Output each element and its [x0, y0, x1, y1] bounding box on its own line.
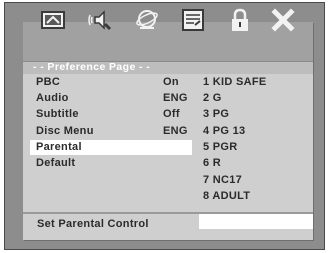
setting-default-label[interactable]: Default [36, 156, 75, 171]
parental-option[interactable]: 5 PGR [203, 140, 238, 155]
parental-option[interactable]: 8 ADULT [203, 189, 250, 204]
parental-option[interactable]: 4 PG 13 [203, 124, 245, 139]
page-title: - - Preference Page - - [33, 61, 151, 73]
setting-pbc-label[interactable]: PBC [36, 75, 60, 90]
setting-disc-menu-label[interactable]: Disc Menu [36, 124, 94, 139]
setting-subtitle-label[interactable]: Subtitle [36, 107, 79, 122]
setting-subtitle-value: Off [163, 108, 180, 120]
audio-setup-icon[interactable] [87, 7, 113, 33]
exit-icon[interactable] [270, 7, 296, 33]
setting-parental-label[interactable]: Parental [36, 140, 82, 155]
parental-option[interactable]: 7 NC17 [203, 173, 242, 188]
parental-option[interactable]: 1 KID SAFE [203, 75, 267, 90]
general-setup-icon[interactable] [40, 7, 66, 33]
status-divider [23, 212, 313, 214]
status-message: Set Parental Control [37, 218, 149, 230]
setting-disc-menu-value: ENG [163, 125, 188, 137]
dolby-digital-icon[interactable] [134, 7, 160, 33]
parental-option[interactable]: 6 R [203, 156, 221, 171]
parental-option[interactable]: 2 G [203, 91, 222, 106]
video-setup-icon[interactable] [180, 7, 206, 33]
parental-option[interactable]: 3 PG [203, 107, 229, 122]
selected-option-highlight [199, 214, 313, 229]
setting-audio-value: ENG [163, 92, 188, 104]
setting-audio-label[interactable]: Audio [36, 91, 69, 106]
preference-lock-icon[interactable] [227, 7, 253, 33]
setting-pbc-value: On [163, 76, 179, 88]
